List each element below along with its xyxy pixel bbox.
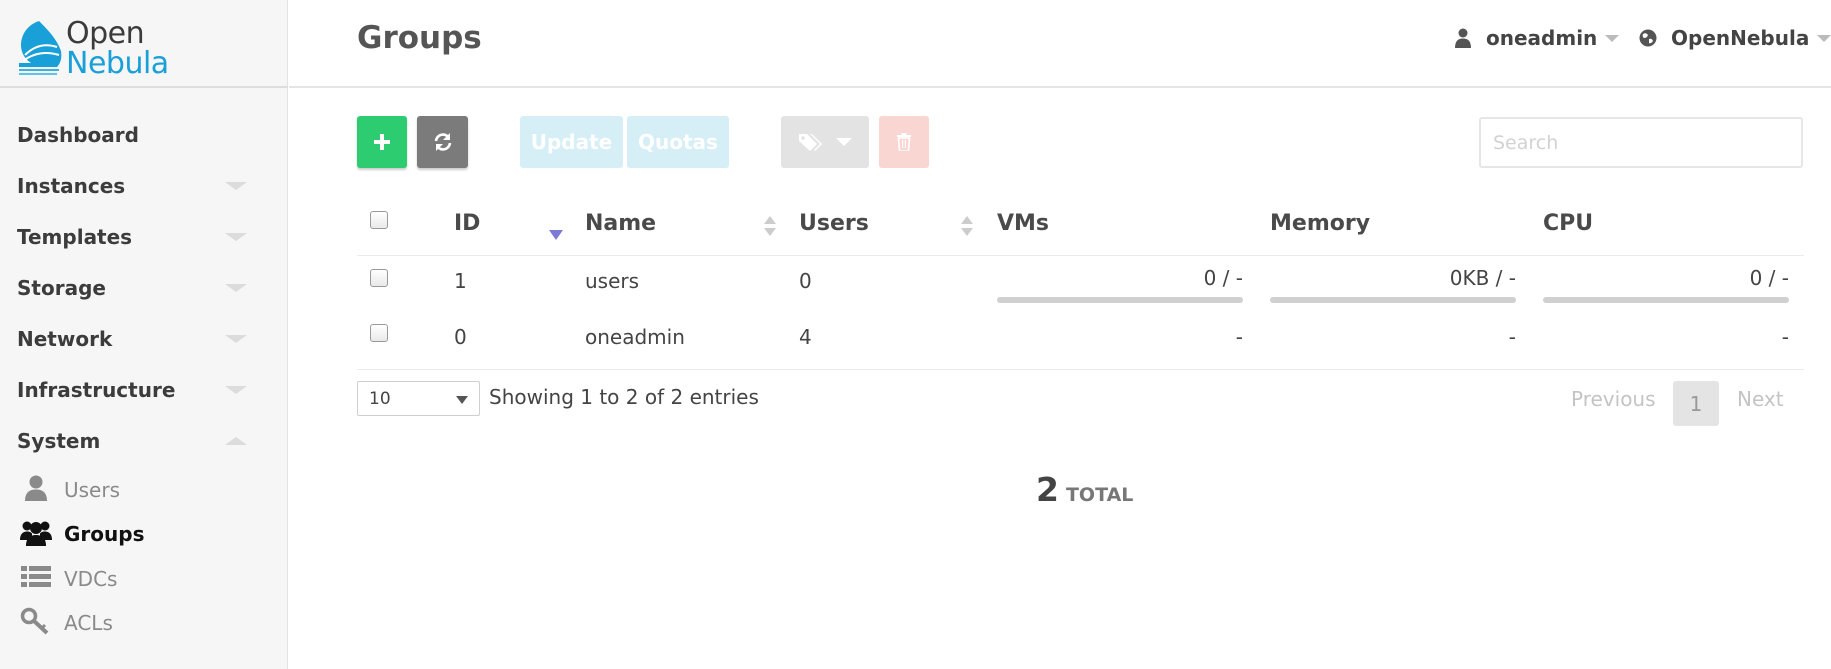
sort-desc-icon [764,228,776,236]
total-summary: 2 TOTAL [1036,470,1133,509]
sidebar-item-templates[interactable]: Templates [0,217,288,257]
column-header-memory[interactable]: Memory [1270,211,1370,236]
sidebar-item-infrastructure[interactable]: Infrastructure [0,370,288,410]
chevron-down-icon [1817,34,1831,42]
labels-button[interactable] [781,116,869,168]
sidebar-subitem-label: VDCs [64,567,118,591]
chevron-down-icon [1605,34,1620,42]
sidebar-subitem-label: ACLs [64,611,113,635]
page-title: Groups [357,20,482,56]
row-divider [357,369,1804,370]
page-length-select[interactable]: 10 [357,381,480,416]
sort-desc-icon [549,230,563,240]
sidebar-item-label: System [17,429,101,453]
tags-icon [799,134,822,151]
sidebar-subitem-users[interactable]: Users [0,469,288,507]
cell-id: 1 [454,269,467,293]
previous-page-button[interactable]: Previous [1571,387,1656,411]
chevron-down-icon [225,284,247,292]
cell-cpu: - [1781,325,1789,349]
total-count: 2 [1036,470,1059,509]
vms-quota-bar [997,297,1243,303]
cell-name: oneadmin [585,325,685,349]
column-header-cpu[interactable]: CPU [1543,211,1593,236]
cell-users: 4 [799,325,812,349]
cell-vms: - [1235,325,1243,349]
sidebar-subitem-label: Users [64,478,121,502]
select-all-checkbox[interactable] [370,211,388,229]
sidebar-item-storage[interactable]: Storage [0,268,288,308]
sidebar-item-label: Infrastructure [17,378,176,402]
memory-quota-bar [1270,297,1516,303]
list-icon [21,566,51,587]
chevron-up-icon [225,437,247,445]
page-header: Groups oneadmin OpenNebula [289,0,1831,88]
cell-cpu: 0 / - [1749,266,1789,290]
quotas-button[interactable]: Quotas [627,116,729,168]
opennebula-logo-icon [19,21,62,75]
user-icon [25,475,47,501]
row-checkbox[interactable] [370,269,388,287]
refresh-button[interactable] [417,116,468,168]
row-divider [357,255,1804,256]
sidebar-subitem-label: Groups [64,522,145,546]
sidebar: Open Nebula Dashboard Instances Template… [0,0,288,669]
cell-id: 0 [454,325,467,349]
trash-icon [897,133,911,151]
user-icon [1455,28,1471,48]
update-button[interactable]: Update [520,116,623,168]
sidebar-item-label: Storage [17,276,106,300]
users-group-icon [20,521,52,546]
column-header-vms[interactable]: VMs [997,211,1049,236]
column-header-id[interactable]: ID [454,211,480,236]
cpu-quota-bar [1543,297,1789,303]
sort-asc-icon [961,216,973,224]
sort-desc-icon [961,228,973,236]
column-header-users[interactable]: Users [799,211,869,236]
sidebar-item-label: Templates [17,225,133,249]
sidebar-subitem-acls[interactable]: ACLs [0,602,288,640]
chevron-down-icon [836,138,852,146]
sidebar-item-label: Dashboard [17,123,139,147]
chevron-down-icon [225,386,247,394]
key-icon [20,607,49,635]
cell-users: 0 [799,269,812,293]
page-length-value: 10 [369,388,391,409]
globe-icon [1639,29,1657,47]
chevron-down-icon [225,233,247,241]
column-header-name[interactable]: Name [585,211,656,236]
zone-menu[interactable]: OpenNebula [1639,26,1831,50]
delete-button[interactable] [879,116,929,168]
sidebar-item-label: Instances [17,174,126,198]
page-1-button[interactable]: 1 [1673,381,1719,426]
cell-name: users [585,269,640,293]
user-menu[interactable]: oneadmin [1455,26,1620,50]
user-menu-label: oneadmin [1486,26,1598,50]
chevron-down-icon [225,335,247,343]
zone-menu-label: OpenNebula [1671,26,1810,50]
plus-icon [374,134,390,150]
cell-vms: 0 / - [1203,266,1243,290]
sidebar-item-dashboard[interactable]: Dashboard [0,115,288,155]
sidebar-subitem-groups[interactable]: Groups [0,513,288,551]
sidebar-item-system[interactable]: System [0,421,288,461]
logo[interactable]: Open Nebula [0,0,288,88]
chevron-down-icon [225,182,247,190]
entries-info: Showing 1 to 2 of 2 entries [489,385,759,409]
sidebar-subitem-vdcs[interactable]: VDCs [0,558,288,596]
cell-memory: - [1508,325,1516,349]
create-button[interactable] [357,116,407,168]
cell-memory: 0KB / - [1449,266,1516,290]
sidebar-item-label: Network [17,327,113,351]
refresh-icon [434,133,451,151]
sort-asc-icon [764,216,776,224]
logo-text-nebula: Nebula [66,46,169,81]
sidebar-item-network[interactable]: Network [0,319,288,359]
chevron-down-icon [456,396,468,404]
sidebar-item-instances[interactable]: Instances [0,166,288,206]
search-input[interactable] [1479,117,1803,168]
total-label: TOTAL [1065,484,1134,506]
row-checkbox[interactable] [370,324,388,342]
next-page-button[interactable]: Next [1737,387,1784,411]
